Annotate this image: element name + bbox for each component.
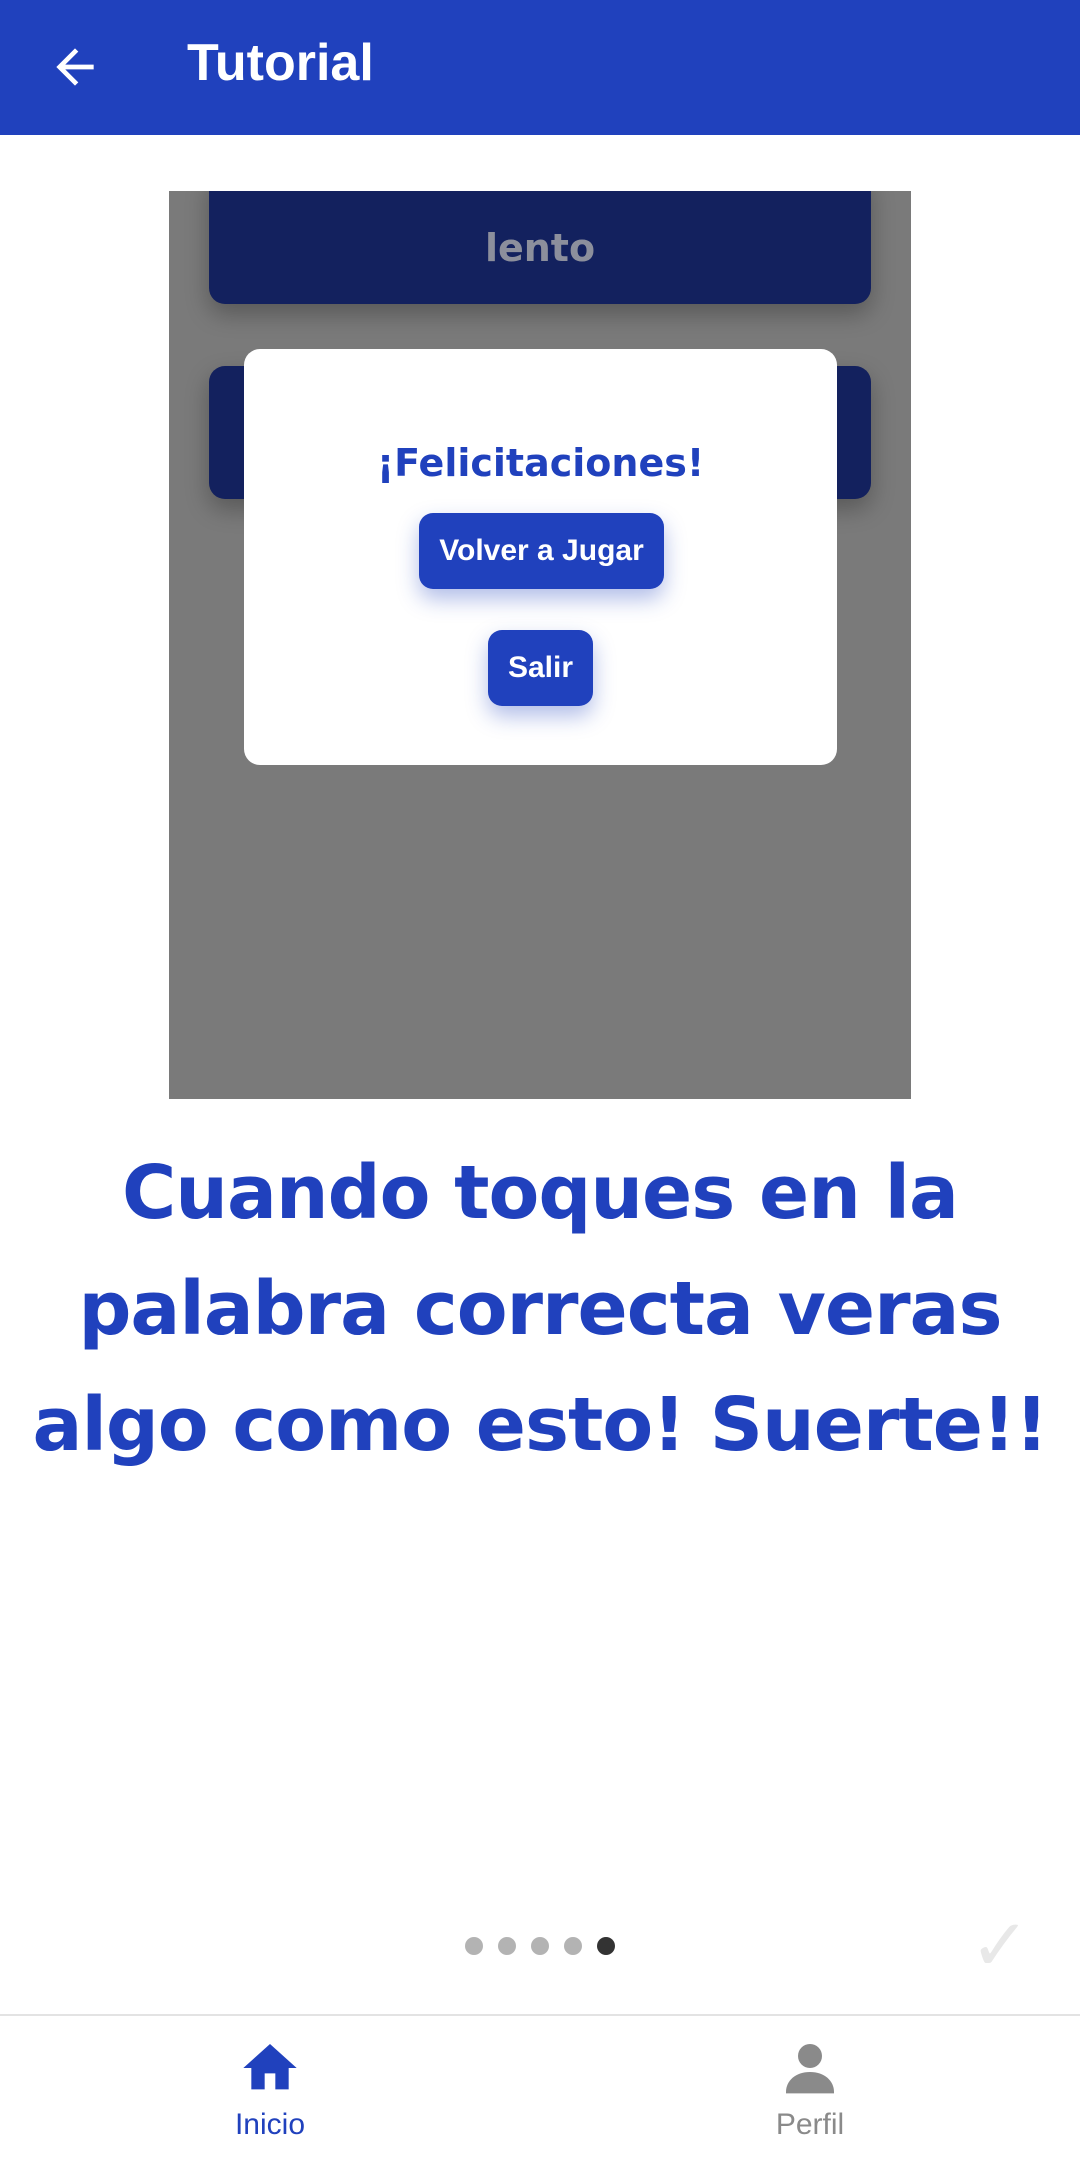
arrow-left-icon <box>56 48 94 86</box>
top-app-bar: Tutorial <box>0 0 1080 135</box>
done-button[interactable]: ✓ <box>960 1903 1040 1987</box>
page-dot[interactable] <box>465 1937 483 1955</box>
congrats-dialog: ¡Felicitaciones! Volver a Jugar Salir <box>244 349 837 765</box>
exit-button: Salir <box>488 630 593 706</box>
tutorial-image: lento ¡Felicitaciones! Volver a Jugar Sa… <box>169 191 911 1099</box>
page-indicator <box>465 1937 615 1957</box>
tutorial-description: Cuando toques en la palabra correcta ver… <box>32 1150 1049 1468</box>
home-icon <box>243 2044 297 2090</box>
bottom-navigation: Inicio Perfil <box>0 2014 1080 2160</box>
background-speed-button-label: lento <box>484 225 596 270</box>
person-icon <box>786 2044 834 2094</box>
play-again-button: Volver a Jugar <box>419 513 664 589</box>
nav-label-inicio: Inicio <box>234 2108 306 2141</box>
page-dot[interactable] <box>498 1937 516 1955</box>
page-dot-active[interactable] <box>597 1937 615 1955</box>
dialog-title: ¡Felicitaciones! <box>376 441 705 485</box>
checkmark-icon: ✓ <box>969 1903 1031 1987</box>
background-speed-button: lento <box>209 191 871 304</box>
nav-label-perfil: Perfil <box>775 2108 845 2141</box>
page-dot[interactable] <box>564 1937 582 1955</box>
back-button[interactable] <box>30 22 120 112</box>
nav-item-inicio[interactable]: Inicio <box>0 2016 540 2160</box>
tutorial-screen: Tutorial lento ¡Felicitaciones! Volver a… <box>0 0 1080 2160</box>
page-title: Tutorial <box>187 34 374 92</box>
page-dot[interactable] <box>531 1937 549 1955</box>
nav-item-perfil[interactable]: Perfil <box>540 2016 1080 2160</box>
